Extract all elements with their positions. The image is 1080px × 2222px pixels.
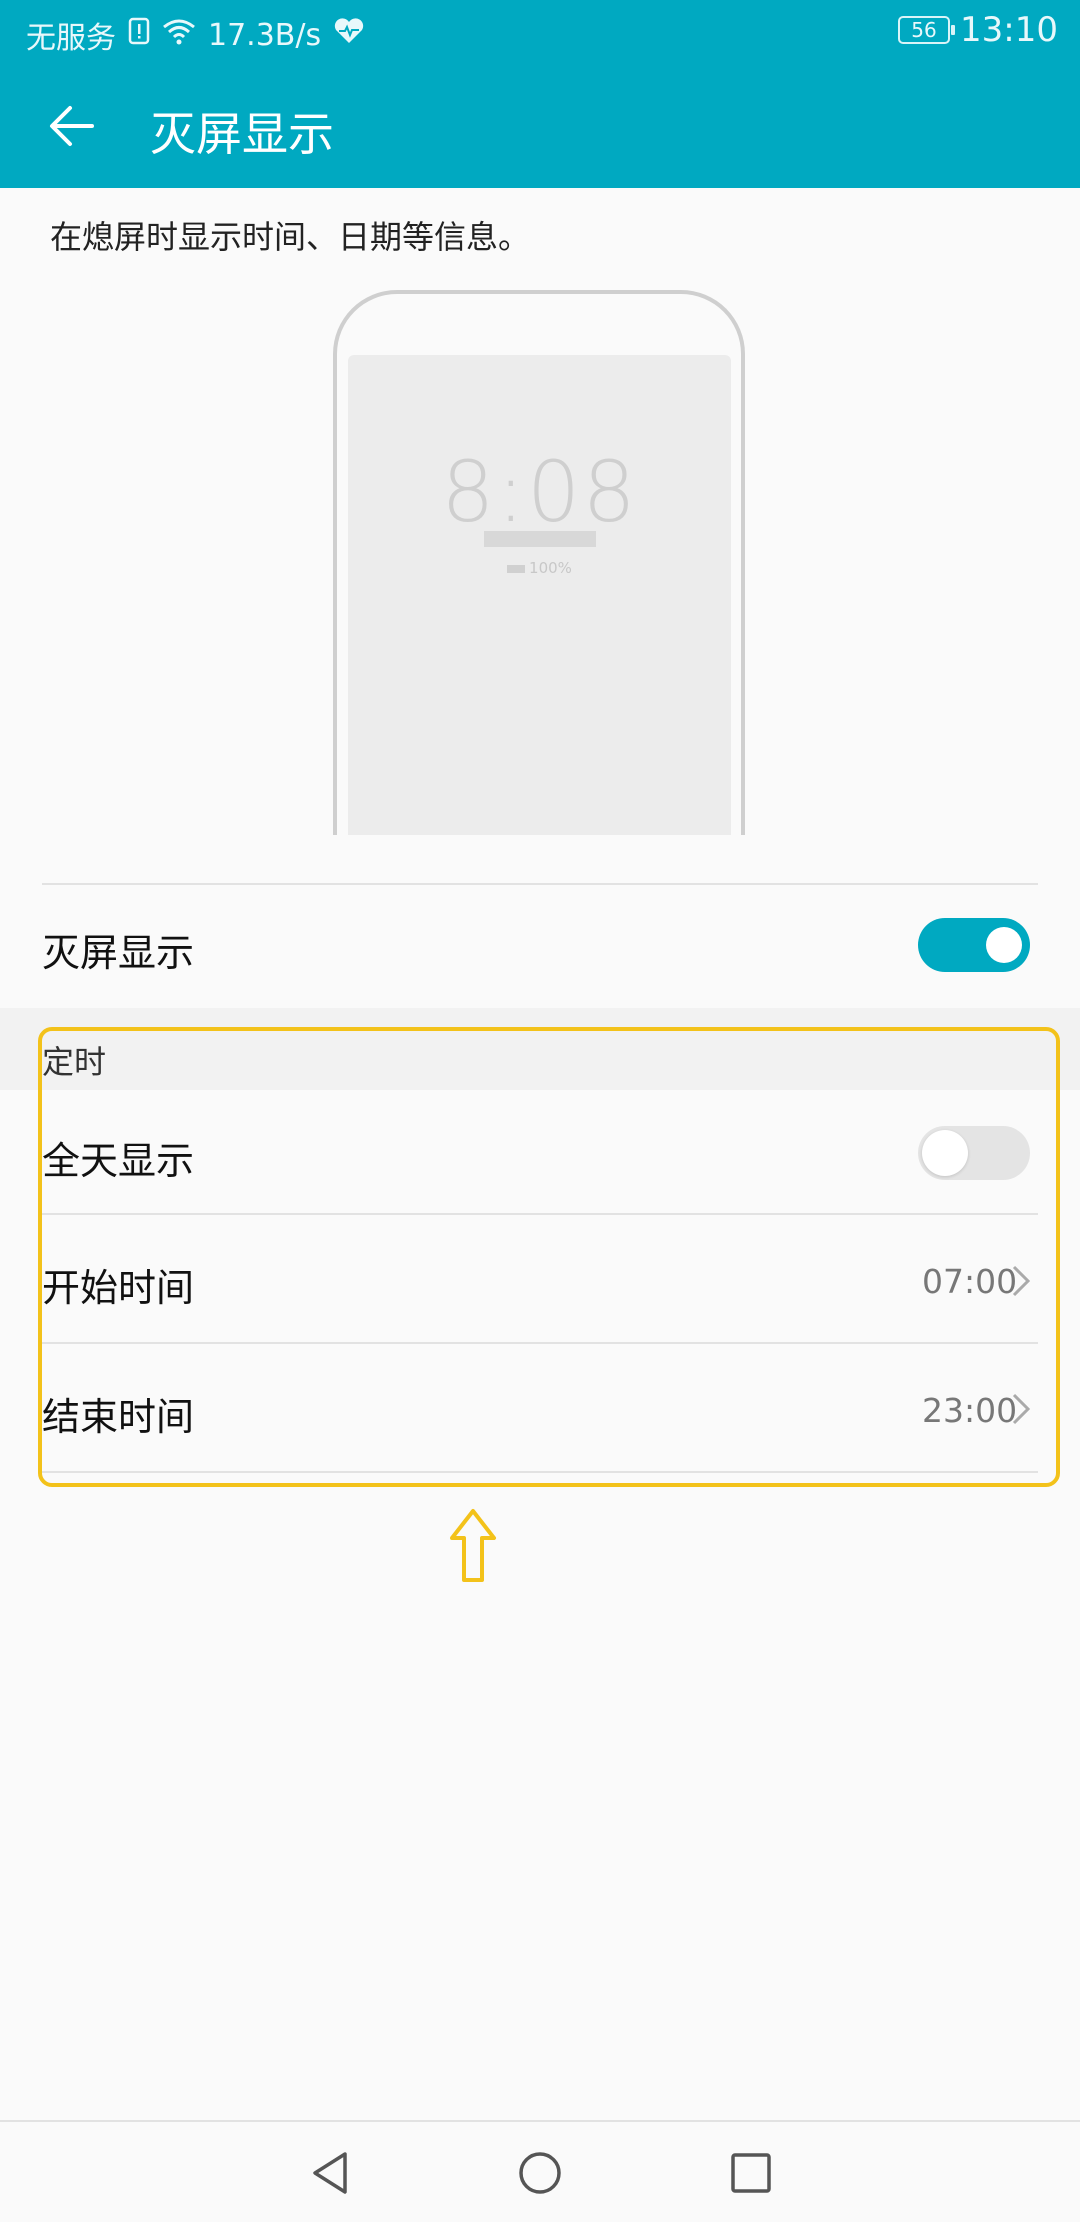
system-nav-bar [0,2120,1080,2222]
battery-icon: 56 [898,16,956,44]
aod-toggle-label: 灭屏显示 [42,931,195,975]
preview-date-bar [484,531,596,547]
preview-battery: 100% [348,559,731,577]
wifi-icon [162,17,196,53]
status-left: 无服务 17.3B/s [26,13,365,57]
toggle-knob [986,927,1022,963]
carrier-text: 无服务 [26,21,116,56]
arrow-left-icon[interactable] [44,96,104,156]
back-triangle-icon[interactable] [303,2146,357,2200]
preview-clock: 8:08 [441,443,638,541]
status-right: 56 13:10 [898,10,1058,50]
page-description: 在熄屏时显示时间、日期等信息。 [50,218,531,256]
sim-alert-icon [128,17,150,53]
aod-toggle-switch[interactable] [918,918,1030,972]
phone-preview-screen: 8:08 100% [348,355,731,835]
app-bar: 灭屏显示 [0,64,1080,188]
battery-level: 56 [911,18,937,42]
status-bar: 无服务 17.3B/s 56 13:10 [0,0,1080,64]
up-arrow-icon [448,1508,498,1584]
annotation-highlight-box [38,1027,1060,1487]
status-time: 13:10 [960,10,1058,50]
home-circle-icon[interactable] [513,2146,567,2200]
network-speed: 17.3B/s [208,17,322,53]
page-title: 灭屏显示 [150,107,334,161]
preview-battery-text: 100% [529,559,572,577]
preview-battery-icon [507,564,526,573]
health-heart-icon [333,17,365,53]
divider [42,883,1038,885]
recents-square-icon[interactable] [724,2146,778,2200]
